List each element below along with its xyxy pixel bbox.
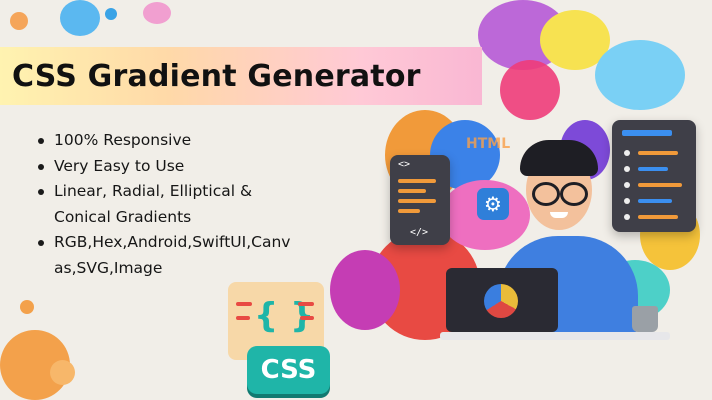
code-close-icon: </> [410,227,429,238]
code-card-right [612,120,696,232]
title-banner: CSS Gradient Generator [0,47,482,105]
code-card-left: <> </> [390,155,450,245]
html-icon: HTML [466,136,511,152]
feature-item: Very Easy to Use [36,154,356,180]
feature-list: 100% Responsive Very Easy to Use Linear,… [36,128,356,281]
laptop-icon [446,268,558,332]
page-title: CSS Gradient Generator [12,58,421,94]
feature-item: 100% Responsive [36,128,356,154]
desk [440,332,670,340]
gear-icon: ⚙ [477,188,509,220]
feature-item: Linear, Radial, Elliptical & Conical Gra… [36,179,299,230]
mug-icon [632,306,658,332]
feature-item: RGB,Hex,Android,SwiftUI,Canvas,SVG,Image [36,230,299,281]
css-badge-label: CSS [260,355,317,385]
css-icon: CSS [247,346,330,394]
code-icon: <> [398,159,411,170]
